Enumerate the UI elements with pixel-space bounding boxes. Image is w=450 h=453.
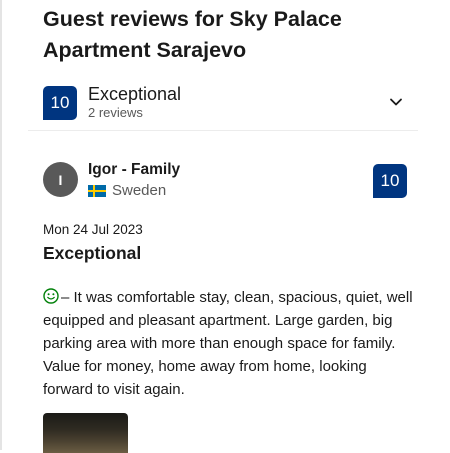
overall-rating-word: Exceptional — [88, 84, 182, 104]
review-positive-text: – It was comfortable stay, clean, spacio… — [43, 286, 413, 401]
smiley-icon — [43, 288, 59, 304]
avatar: I — [43, 162, 78, 197]
review-summary[interactable]: 10 Exceptional 2 reviews — [43, 84, 413, 120]
page-title: Guest reviews for Sky Palace Apartment S… — [43, 7, 342, 62]
sweden-flag-icon — [88, 185, 106, 197]
review-count: 2 reviews — [88, 105, 143, 120]
reviewer-name: Igor - Family — [88, 161, 181, 178]
review-title: Exceptional — [43, 243, 142, 263]
review-photo-thumbnail[interactable] — [43, 413, 128, 453]
section-divider — [28, 130, 418, 131]
review-date: Mon 24 Jul 2023 — [43, 222, 143, 237]
chevron-down-icon[interactable] — [386, 92, 406, 112]
reviewer-country: Sweden — [112, 182, 167, 199]
page-left-border — [0, 0, 2, 450]
review-positive-text-content: – It was comfortable stay, clean, spacio… — [43, 289, 413, 398]
overall-score-badge: 10 — [43, 86, 77, 120]
review-score-badge: 10 — [373, 164, 407, 198]
